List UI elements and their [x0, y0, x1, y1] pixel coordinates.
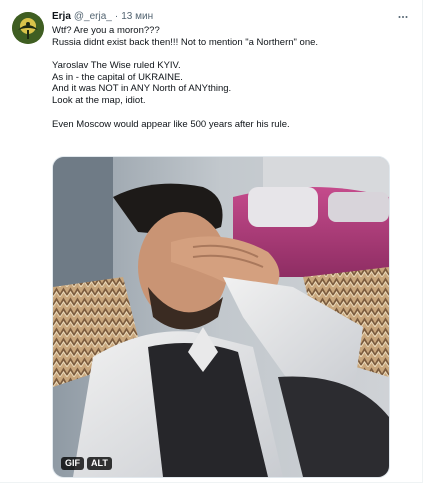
alt-badge[interactable]: ALT: [87, 457, 112, 470]
media-badges: GIF ALT: [61, 457, 112, 470]
author-name[interactable]: Erja: [52, 10, 71, 24]
author-handle[interactable]: @_erja_: [74, 10, 112, 24]
separator-dot: ·: [114, 11, 119, 22]
tweet-line: Russia didnt exist back then!!! Not to m…: [52, 36, 319, 48]
more-horizontal-icon: [398, 16, 408, 18]
gif-media[interactable]: GIF ALT: [52, 156, 390, 478]
gif-frame-image: [53, 157, 389, 477]
tweet-line: Look at the map, idiot.: [52, 95, 146, 107]
tweet-line: Wtf? Are you a moron???: [52, 25, 160, 36]
tweet: Erja @_erja_ · 13 мин Wtf? Are you a mor…: [52, 10, 411, 130]
more-options-button[interactable]: [395, 9, 411, 25]
tweet-line: As in - the capital of UKRAINE.: [52, 71, 183, 83]
tweet-line: Even Moscow would appear like 500 years …: [52, 118, 290, 130]
tweet-text: Wtf? Are you a moron??? Russia didnt exi…: [52, 25, 411, 130]
tweet-line-break: [52, 48, 411, 60]
tweet-line: And it was NOT in ANY North of ANYthing.: [52, 83, 232, 95]
tweet-line: Yaroslav The Wise ruled KYIV.: [52, 60, 181, 72]
avatar[interactable]: [12, 12, 44, 44]
tweet-line-break: [52, 107, 411, 119]
timestamp[interactable]: 13 мин: [121, 10, 153, 24]
gif-badge[interactable]: GIF: [61, 457, 84, 470]
tweet-header: Erja @_erja_ · 13 мин: [52, 10, 411, 24]
avatar-emblem-icon: [12, 12, 44, 44]
